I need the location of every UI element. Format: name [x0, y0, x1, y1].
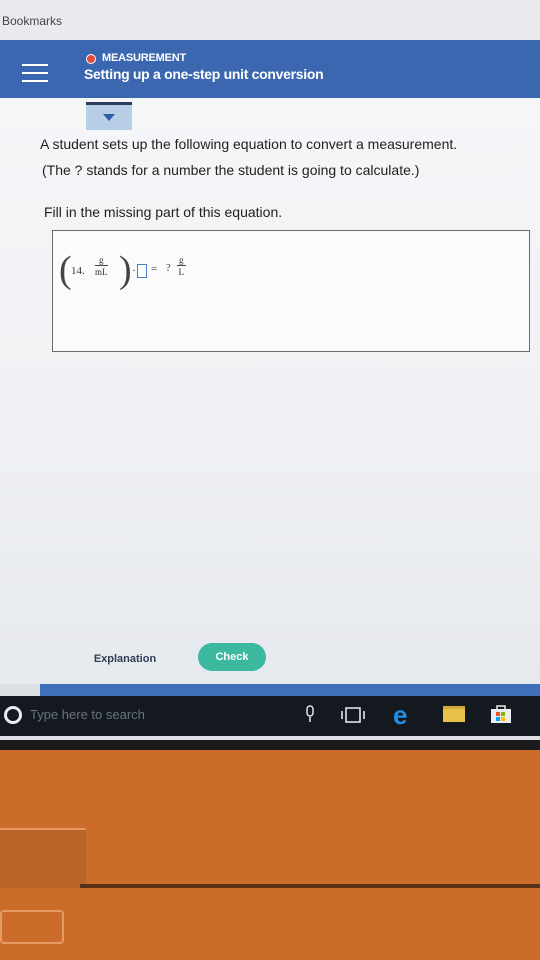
- task-view-icon[interactable]: [340, 706, 366, 724]
- collapse-toggle[interactable]: [86, 102, 132, 130]
- input-unit-numerator: g: [95, 255, 108, 266]
- explanation-button[interactable]: Explanation: [80, 646, 170, 672]
- lesson-title: Setting up a one-step unit conversion: [84, 66, 324, 82]
- open-paren: (: [59, 249, 72, 291]
- laptop-body: [0, 740, 540, 960]
- equation-value: 14.: [71, 265, 85, 277]
- screen-bezel-edge: [0, 740, 540, 750]
- cortana-icon[interactable]: [4, 706, 22, 724]
- result-unit-fraction: g L: [177, 255, 186, 277]
- result-unit-denominator: L: [178, 267, 185, 277]
- topic-status-dot: [86, 54, 96, 64]
- microphone-icon[interactable]: [305, 705, 315, 723]
- multiply-sign: ·: [132, 263, 136, 277]
- footer-strip: [40, 684, 540, 696]
- bookmarks-bar: Bookmarks: [0, 0, 540, 40]
- screen: Bookmarks MEASUREMENT Setting up a one-s…: [0, 0, 540, 740]
- question-panel: A student sets up the following equation…: [0, 98, 540, 684]
- missing-factor-input[interactable]: [137, 264, 147, 278]
- answer-area: ( 14. g mL ) · = ? g L: [52, 230, 530, 352]
- topic-label: MEASUREMENT: [102, 52, 186, 64]
- file-explorer-icon[interactable]: [443, 706, 465, 722]
- bookmarks-label[interactable]: Bookmarks: [2, 14, 62, 28]
- store-icon[interactable]: [490, 704, 512, 724]
- chevron-down-icon: [103, 114, 115, 121]
- result-unit-numerator: g: [177, 255, 186, 266]
- power-button[interactable]: [0, 910, 64, 944]
- unknown-value: ?: [166, 263, 171, 274]
- laptop-edge-shadow: [80, 884, 540, 888]
- lesson-header: MEASUREMENT Setting up a one-step unit c…: [0, 40, 540, 98]
- question-text-line2: (The ? stands for a number the student i…: [42, 162, 420, 178]
- laptop-panel: [0, 828, 86, 888]
- question-instruction: Fill in the missing part of this equatio…: [44, 204, 283, 220]
- close-paren: ): [119, 249, 132, 291]
- question-text-line1: A student sets up the following equation…: [40, 136, 458, 152]
- edge-icon[interactable]: e: [393, 702, 415, 728]
- input-unit-fraction: g mL: [95, 255, 108, 277]
- equals-sign: =: [151, 263, 158, 275]
- input-unit-denominator: mL: [95, 267, 108, 277]
- taskbar-search-input[interactable]: Type here to search: [30, 707, 145, 722]
- windows-taskbar: Type here to search e: [0, 696, 540, 736]
- hamburger-menu-icon[interactable]: [22, 64, 48, 84]
- check-button[interactable]: Check: [198, 643, 266, 671]
